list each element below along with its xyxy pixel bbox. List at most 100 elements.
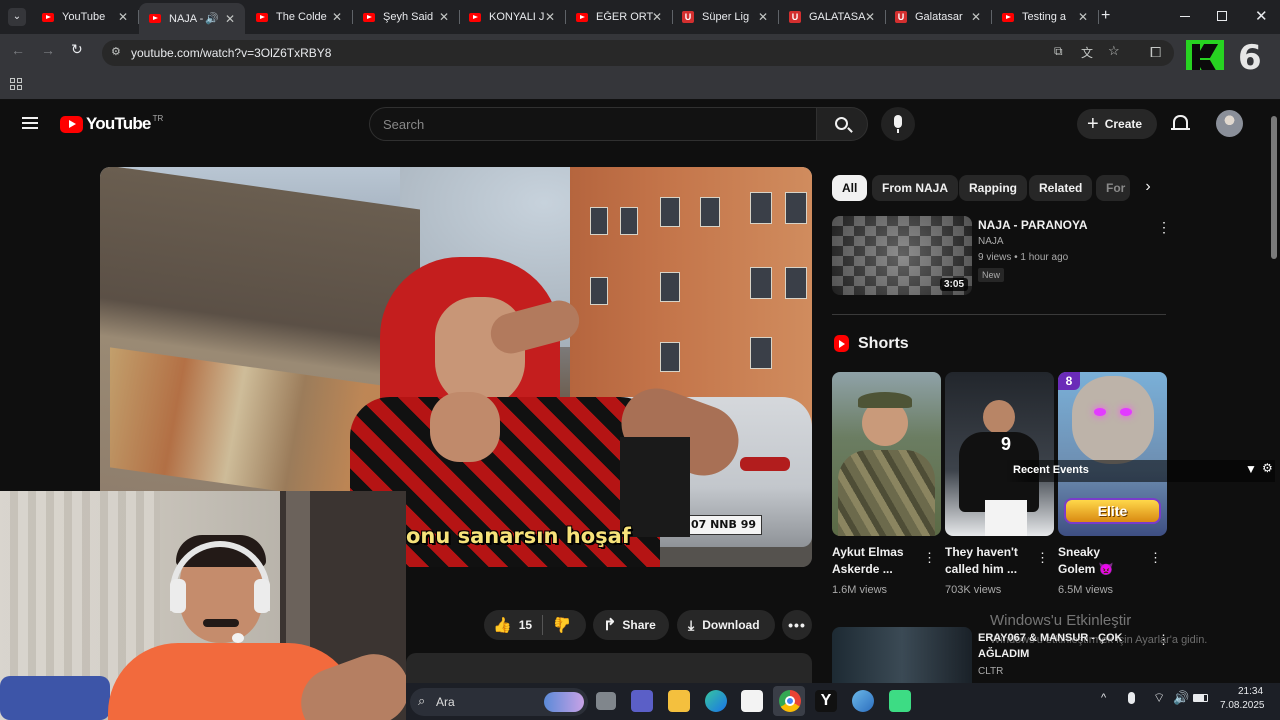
guide-menu-icon[interactable] bbox=[22, 117, 38, 129]
forward-button[interactable]: → bbox=[41, 42, 55, 58]
windows-activation-subtitle: Windows'u etkinleştirmek için Ayarlar'a … bbox=[990, 634, 1208, 646]
short-menu-icon-1[interactable]: ⋮ bbox=[923, 550, 936, 566]
browser-tab[interactable]: U Süper Lig ✕ bbox=[672, 4, 779, 30]
task-view-icon[interactable] bbox=[596, 692, 616, 710]
chip-from-naja[interactable]: From NAJA bbox=[872, 175, 959, 201]
scrollbar-thumb[interactable] bbox=[1271, 116, 1277, 259]
clock-date[interactable]: 7.08.2025 bbox=[1220, 700, 1265, 711]
microphone-tray-icon[interactable] bbox=[1128, 692, 1135, 704]
account-avatar[interactable] bbox=[1216, 110, 1243, 137]
notifications-bell-icon[interactable] bbox=[1171, 115, 1190, 130]
short-thumbnail-2[interactable]: 9 bbox=[945, 372, 1054, 536]
tab-close-icon[interactable]: ✕ bbox=[652, 10, 662, 24]
voice-search-button[interactable] bbox=[881, 107, 915, 141]
browser-tab[interactable]: The Colde ✕ bbox=[246, 4, 353, 30]
close-window-button[interactable]: ✕ bbox=[1255, 7, 1268, 25]
level-badge: 8 bbox=[1058, 372, 1080, 390]
new-tab-button[interactable]: + bbox=[1101, 7, 1110, 25]
search-input[interactable]: Search bbox=[369, 107, 816, 141]
address-bar[interactable]: ⚙ youtube.com/watch?v=3OlZ6TxRBY8 ⧉ 文 ☆ bbox=[102, 40, 1174, 66]
browser-tab[interactable]: YouTube ✕ bbox=[32, 4, 139, 30]
youtube-logo[interactable]: YouTube TR bbox=[60, 114, 163, 134]
app-icon[interactable] bbox=[852, 690, 874, 712]
chip-related[interactable]: Related bbox=[1029, 175, 1093, 201]
tab-close-icon[interactable]: ✕ bbox=[439, 10, 449, 24]
browser-tab[interactable]: Testing a ✕ bbox=[992, 4, 1099, 30]
recommended-video-channel[interactable]: NAJA bbox=[978, 236, 1004, 247]
chip-for-you[interactable]: For bbox=[1096, 175, 1130, 201]
audio-playing-icon[interactable]: 🔊 bbox=[205, 12, 219, 25]
browser-tab[interactable]: EĞER ORT ✕ bbox=[566, 4, 673, 30]
battery-icon[interactable] bbox=[1193, 694, 1208, 702]
bookmark-star-icon[interactable]: ☆ bbox=[1108, 43, 1120, 59]
video-menu-icon[interactable]: ⋮ bbox=[1157, 219, 1171, 236]
tab-close-icon[interactable]: ✕ bbox=[332, 10, 342, 24]
recommended-video-title[interactable]: NAJA - PARANOYA bbox=[978, 218, 1088, 232]
translate-icon[interactable]: 文 bbox=[1081, 44, 1093, 61]
extensions-icon[interactable]: ⧠ bbox=[1150, 44, 1161, 61]
tab-title: The Colde bbox=[276, 11, 327, 23]
next-video-thumbnail[interactable] bbox=[832, 627, 972, 683]
chip-rapping[interactable]: Rapping bbox=[959, 175, 1027, 201]
description-box[interactable] bbox=[406, 653, 812, 683]
settings-gear-icon[interactable]: ⚙ bbox=[1262, 461, 1273, 475]
create-button[interactable]: + Create bbox=[1077, 109, 1157, 139]
person-raised-hand bbox=[430, 392, 500, 462]
file-explorer-icon[interactable] bbox=[668, 690, 690, 712]
apps-grid-icon[interactable] bbox=[10, 78, 22, 90]
browser-tab[interactable]: NAJA - 🔊 ✕ bbox=[139, 3, 245, 34]
search-button[interactable] bbox=[816, 107, 868, 141]
filter-icon[interactable]: ▼ bbox=[1245, 462, 1257, 476]
short-menu-icon-3[interactable]: ⋮ bbox=[1149, 550, 1162, 566]
recommended-video-thumbnail[interactable]: 3:05 bbox=[832, 216, 972, 295]
tab-close-icon[interactable]: ✕ bbox=[225, 12, 235, 26]
short-title-1[interactable]: Aykut Elmas Askerde ... bbox=[832, 544, 914, 578]
tab-close-icon[interactable]: ✕ bbox=[758, 10, 768, 24]
yandex-icon[interactable]: Y bbox=[815, 690, 837, 712]
wifi-icon[interactable]: ⌔ bbox=[1153, 690, 1165, 706]
taskbar-search-box[interactable]: ⌕ Ara bbox=[410, 688, 588, 716]
tab-close-icon[interactable]: ✕ bbox=[865, 10, 875, 24]
volume-icon[interactable]: 🔊 bbox=[1173, 690, 1189, 706]
more-actions-button[interactable]: ••• bbox=[782, 610, 812, 640]
shorts-heading: Shorts bbox=[858, 335, 909, 352]
restore-button[interactable] bbox=[1217, 11, 1227, 21]
headset-mic bbox=[232, 633, 244, 643]
site-info-icon[interactable]: ⚙ bbox=[111, 45, 121, 58]
chips-next-chevron-icon[interactable]: › bbox=[1135, 175, 1161, 201]
short-title-3[interactable]: Sneaky Golem 👿 bbox=[1058, 544, 1140, 578]
share-button[interactable]: ↱ Share bbox=[593, 610, 669, 640]
page-scrollbar[interactable] bbox=[1270, 103, 1278, 683]
microsoft-store-icon[interactable] bbox=[741, 690, 763, 712]
reload-button[interactable]: ↻ bbox=[71, 41, 83, 58]
video-duration-badge: 3:05 bbox=[939, 278, 968, 291]
clock-time[interactable]: 21:34 bbox=[1238, 686, 1263, 697]
short-thumbnail-1[interactable] bbox=[832, 372, 941, 536]
short-menu-icon-2[interactable]: ⋮ bbox=[1036, 550, 1049, 566]
dislike-button[interactable]: 👍 bbox=[553, 616, 572, 634]
edge-icon[interactable] bbox=[705, 690, 727, 712]
tab-close-icon[interactable]: ✕ bbox=[1078, 10, 1088, 24]
android-app-icon[interactable] bbox=[889, 690, 911, 712]
teams-icon[interactable] bbox=[631, 690, 653, 712]
install-icon[interactable]: ⧉ bbox=[1054, 44, 1063, 59]
tab-close-icon[interactable]: ✕ bbox=[545, 10, 555, 24]
next-video-channel[interactable]: CLTR bbox=[978, 666, 1003, 677]
browser-tab[interactable]: U Galatasar ✕ bbox=[885, 4, 992, 30]
browser-tab[interactable]: KONYALI J ✕ bbox=[459, 4, 566, 30]
tab-close-icon[interactable]: ✕ bbox=[118, 10, 128, 24]
chip-all[interactable]: All bbox=[832, 175, 868, 201]
like-button[interactable]: 👍 15 bbox=[484, 616, 532, 634]
back-button[interactable]: ← bbox=[11, 42, 25, 58]
tray-overflow-icon[interactable]: ^ bbox=[1101, 692, 1106, 704]
url-text: youtube.com/watch?v=3OlZ6TxRBY8 bbox=[131, 46, 332, 60]
tab-close-icon[interactable]: ✕ bbox=[971, 10, 981, 24]
download-button[interactable]: ⤓ Download bbox=[677, 610, 775, 640]
short-title-2[interactable]: They haven't called him ... bbox=[945, 544, 1027, 578]
browser-tab[interactable]: U GALATASA ✕ bbox=[779, 4, 886, 30]
short-thumbnail-3[interactable]: 8 Elite bbox=[1058, 372, 1167, 536]
browser-tab[interactable]: Şeyh Said ✕ bbox=[353, 4, 460, 30]
license-plate: 07 NNB 99 bbox=[678, 515, 762, 535]
tab-search-button[interactable]: ⌄ bbox=[8, 8, 26, 26]
minimize-button[interactable] bbox=[1180, 16, 1190, 17]
